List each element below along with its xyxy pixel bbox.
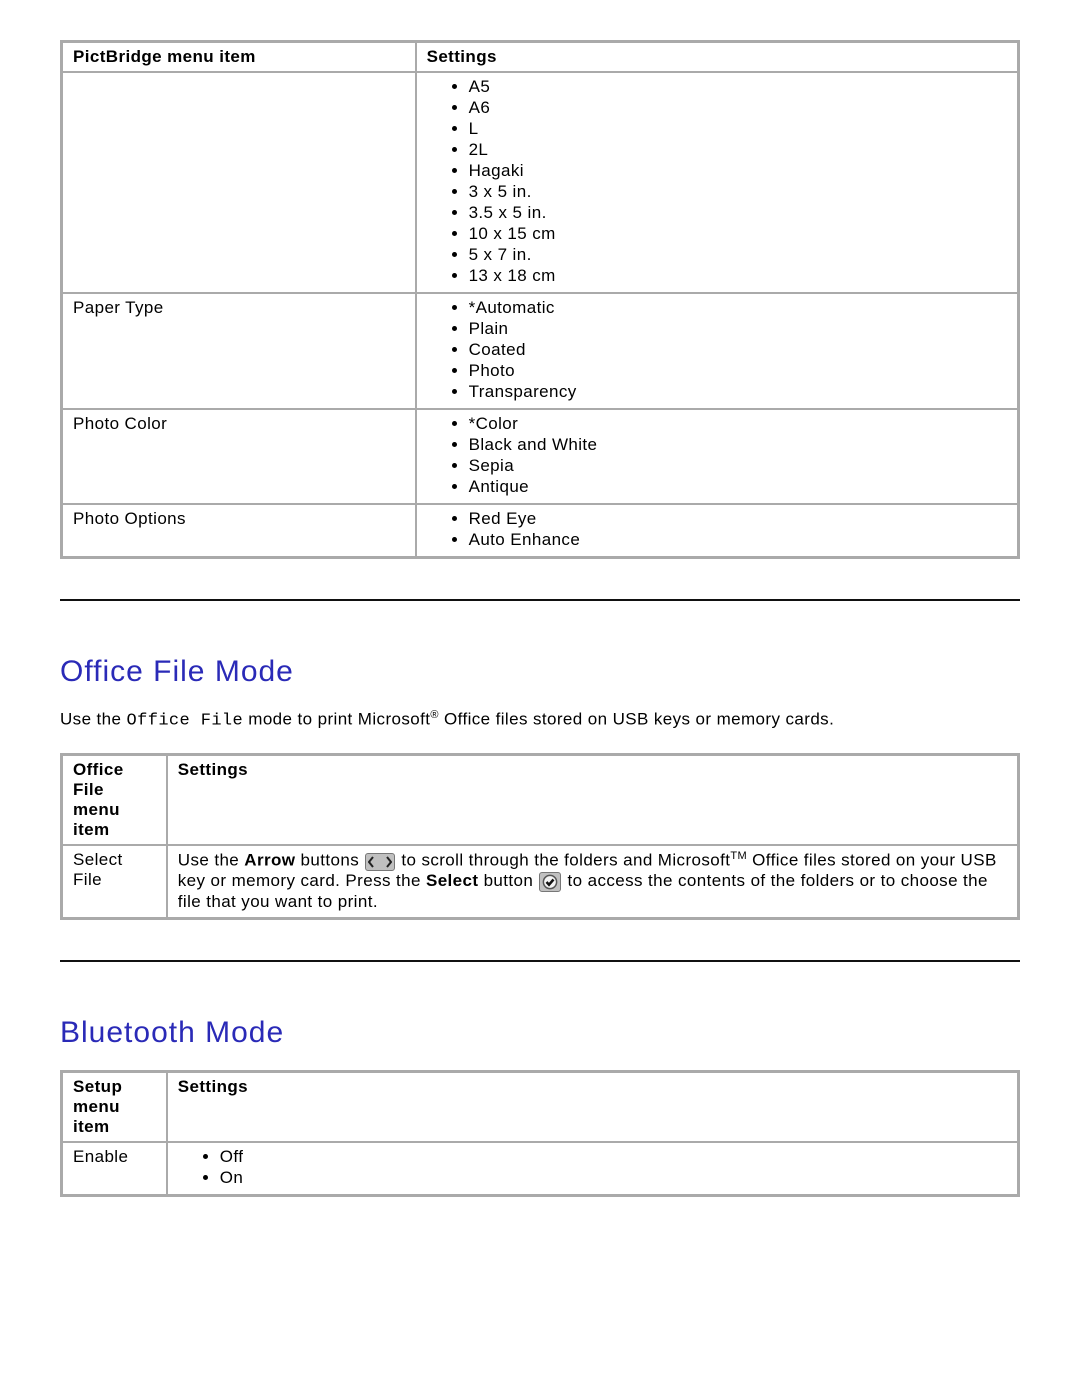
list-item: *Automatic [469,298,1007,319]
list-item: Red Eye [469,509,1007,530]
list-item: 2L [469,140,1007,161]
text: Office files stored on USB keys or memor… [439,710,834,729]
document-page: PictBridge menu item Settings A5 A6 L 2L… [0,0,1080,1397]
select-check-icon [539,872,561,892]
registered-mark: ® [430,709,439,721]
menu-item-description: Use the Arrow buttons to scroll through … [167,845,1019,919]
menu-item-options: *Automatic Plain Coated Photo Transparen… [416,293,1019,409]
list-item: 5 x 7 in. [469,245,1007,266]
menu-item-options: A5 A6 L 2L Hagaki 3 x 5 in. 3.5 x 5 in. … [416,72,1019,293]
list-item: Sepia [469,456,1007,477]
menu-item-label: Select File [62,845,167,919]
section-divider [60,599,1020,601]
list-item: Auto Enhance [469,530,1007,551]
options-list: A5 A6 L 2L Hagaki 3 x 5 in. 3.5 x 5 in. … [469,77,1007,287]
list-item: Coated [469,340,1007,361]
bluetooth-header-settings: Settings [167,1072,1019,1143]
office-file-table: Office File menu item Settings Select Fi… [60,753,1020,921]
pictbridge-table: PictBridge menu item Settings A5 A6 L 2L… [60,40,1020,559]
list-item: 10 x 15 cm [469,224,1007,245]
list-item: Plain [469,319,1007,340]
bold-text: Select [426,871,479,890]
text: mode to print Microsoft [243,710,430,729]
bluetooth-header-item: Setup menu item [62,1072,167,1143]
bluetooth-table: Setup menu item Settings Enable Off On [60,1070,1020,1197]
pictbridge-header-item: PictBridge menu item [62,42,416,73]
menu-item-label: Photo Options [62,504,416,558]
section-divider [60,960,1020,962]
arrow-left-right-icon [365,853,395,871]
office-file-mode-heading: Office File Mode [60,655,1020,689]
list-item: Off [220,1147,1007,1168]
menu-item-label: Enable [62,1142,167,1196]
table-row: Select File Use the Arrow buttons to scr… [62,845,1019,919]
menu-item-options: Off On [167,1142,1019,1196]
pictbridge-header-settings: Settings [416,42,1019,73]
list-item: 3.5 x 5 in. [469,203,1007,224]
trademark: TM [730,850,747,862]
list-item: 3 x 5 in. [469,182,1007,203]
options-list: Off On [220,1147,1007,1189]
list-item: A5 [469,77,1007,98]
table-row: Photo Options Red Eye Auto Enhance [62,504,1019,558]
list-item: A6 [469,98,1007,119]
list-item: L [469,119,1007,140]
text: to scroll through the folders and Micros… [396,850,730,869]
office-header-settings: Settings [167,754,1019,845]
pictbridge-header-row: PictBridge menu item Settings [62,42,1019,73]
table-row: Photo Color *Color Black and White Sepia… [62,409,1019,504]
text: Use the [178,850,245,869]
options-list: *Color Black and White Sepia Antique [469,414,1007,498]
list-item: On [220,1168,1007,1189]
list-item: Hagaki [469,161,1007,182]
table-row: A5 A6 L 2L Hagaki 3 x 5 in. 3.5 x 5 in. … [62,72,1019,293]
options-list: Red Eye Auto Enhance [469,509,1007,551]
menu-item-options: *Color Black and White Sepia Antique [416,409,1019,504]
menu-item-label: Photo Color [62,409,416,504]
table-row: Enable Off On [62,1142,1019,1196]
menu-item-options: Red Eye Auto Enhance [416,504,1019,558]
list-item: Antique [469,477,1007,498]
menu-item-label [62,72,416,293]
table-row: Paper Type *Automatic Plain Coated Photo… [62,293,1019,409]
list-item: Transparency [469,382,1007,403]
list-item: 13 x 18 cm [469,266,1007,287]
text: Use the [60,710,127,729]
text: button [478,871,538,890]
list-item: Black and White [469,435,1007,456]
bold-text: Arrow [244,850,295,869]
office-header-item: Office File menu item [62,754,167,845]
bluetooth-header-row: Setup menu item Settings [62,1072,1019,1143]
office-header-row: Office File menu item Settings [62,754,1019,845]
list-item: *Color [469,414,1007,435]
inline-code: Office File [127,712,244,731]
list-item: Photo [469,361,1007,382]
menu-item-label: Paper Type [62,293,416,409]
options-list: *Automatic Plain Coated Photo Transparen… [469,298,1007,403]
text: buttons [295,850,364,869]
bluetooth-mode-heading: Bluetooth Mode [60,1016,1020,1050]
office-file-mode-description: Use the Office File mode to print Micros… [60,709,1020,731]
